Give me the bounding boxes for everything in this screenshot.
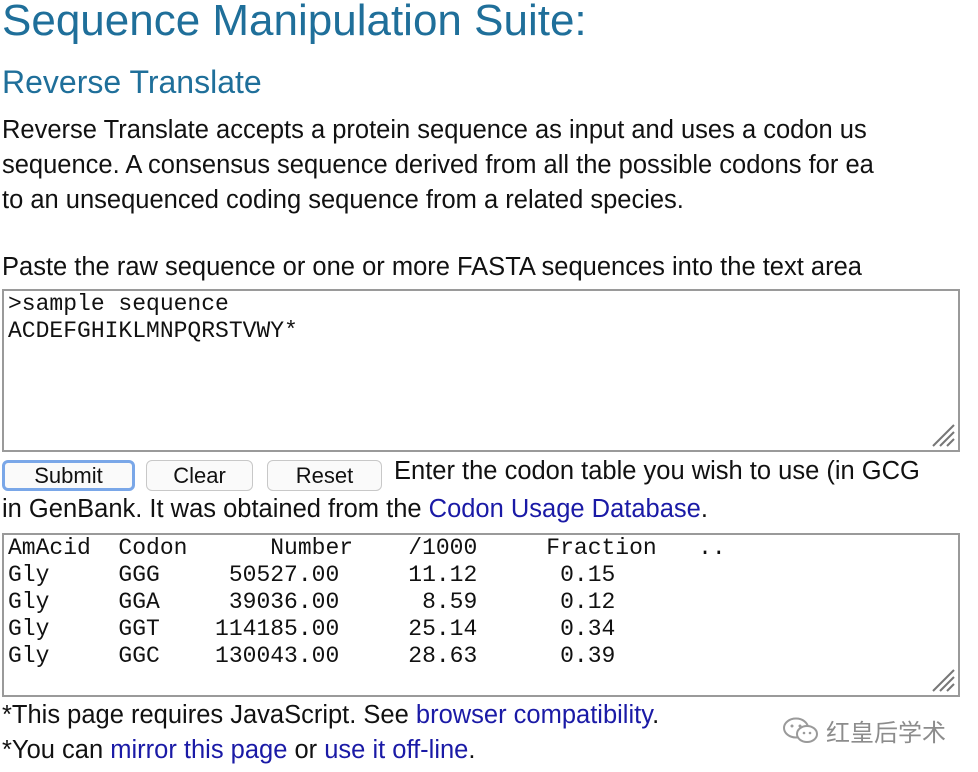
codon-source-prefix: in GenBank. It was obtained from the: [2, 495, 429, 523]
sequence-instruction: Paste the raw sequence or one or more FA…: [2, 253, 862, 281]
codon-table-line: Gly GGA 39036.00 8.59 0.12: [8, 589, 616, 615]
sequence-line: >sample sequence: [8, 291, 229, 317]
javascript-note-prefix: *This page requires JavaScript. See: [2, 701, 416, 729]
codon-table-line: Gly GGC 130043.00 28.63 0.39: [8, 643, 616, 669]
offline-link[interactable]: use it off-line: [324, 736, 468, 764]
codon-table-line: Gly GGG 50527.00 11.12 0.15: [8, 562, 616, 588]
watermark-text: 红皇后学术: [826, 720, 946, 747]
codon-table-instruction: Enter the codon table you wish to use (i…: [394, 457, 920, 485]
mirror-note-prefix: *You can: [2, 736, 111, 764]
description: Reverse Translate accepts a protein sequ…: [2, 113, 978, 218]
codon-usage-database-link[interactable]: Codon Usage Database: [429, 495, 701, 523]
description-line-1: Reverse Translate accepts a protein sequ…: [2, 116, 867, 144]
javascript-note-suffix: .: [652, 701, 660, 729]
sequence-textarea[interactable]: >sample sequence ACDEFGHIKLMNPQRSTVWY*: [2, 289, 960, 452]
wechat-icon: [783, 717, 818, 743]
codon-table-textarea[interactable]: AmAcid Codon Number /1000 Fraction .. Gl…: [2, 533, 960, 697]
mirror-note-middle: or: [287, 736, 325, 764]
codon-source: in GenBank. It was obtained from the Cod…: [2, 495, 708, 524]
browser-compatibility-link[interactable]: browser compatibility: [416, 701, 652, 729]
watermark: 红皇后学术: [782, 713, 946, 748]
resize-handle-icon[interactable]: [929, 666, 955, 692]
mirror-page-link[interactable]: mirror this page: [110, 736, 287, 764]
reset-button[interactable]: Reset: [267, 460, 382, 491]
page-title: Sequence Manipulation Suite:: [2, 0, 587, 45]
codon-table-line: AmAcid Codon Number /1000 Fraction ..: [8, 535, 726, 561]
mirror-note-suffix: .: [468, 736, 476, 764]
sequence-line: ACDEFGHIKLMNPQRSTVWY*: [8, 318, 298, 344]
javascript-note: *This page requires JavaScript. See brow…: [2, 701, 659, 730]
codon-source-suffix: .: [700, 495, 708, 523]
codon-table-line: Gly GGT 114185.00 25.14 0.34: [8, 616, 616, 642]
page-subtitle: Reverse Translate: [2, 64, 262, 100]
description-line-3: to an unsequenced coding sequence from a…: [2, 186, 684, 214]
description-line-2: sequence. A consensus sequence derived f…: [2, 151, 874, 179]
mirror-note: *You can mirror this page or use it off-…: [2, 736, 475, 765]
resize-handle-icon[interactable]: [929, 421, 955, 447]
submit-button[interactable]: Submit: [2, 460, 135, 491]
clear-button[interactable]: Clear: [146, 460, 253, 491]
